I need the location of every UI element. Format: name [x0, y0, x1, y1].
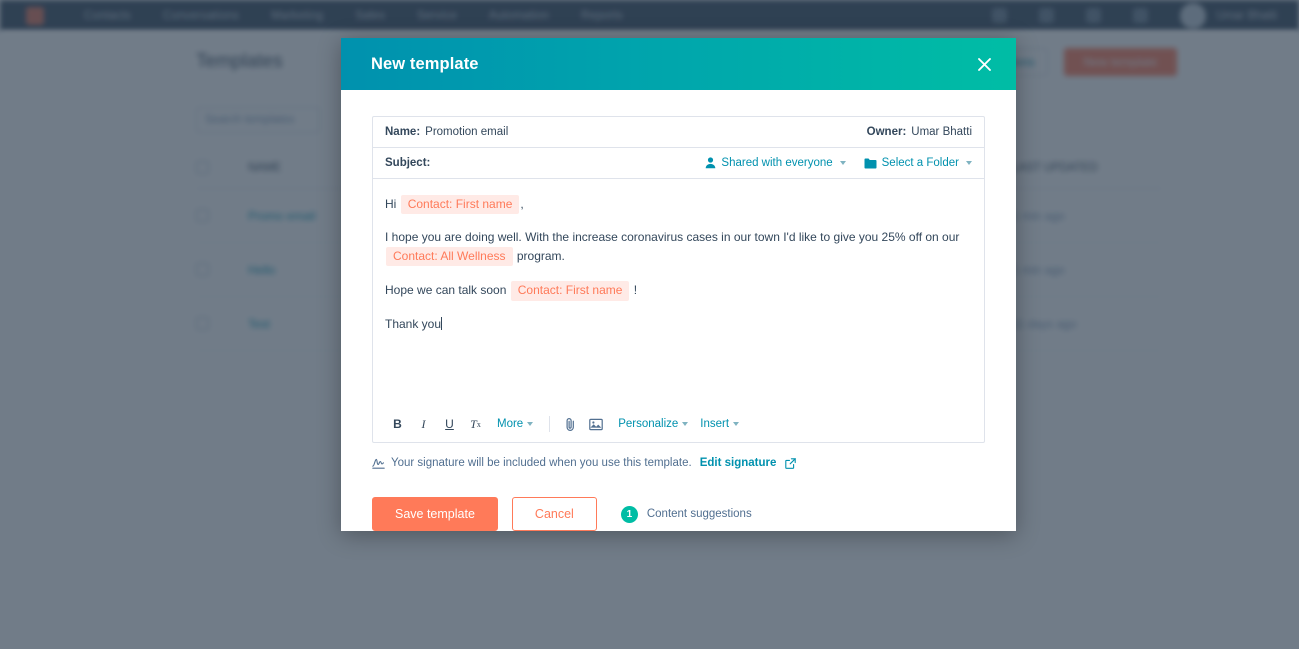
content-suggestions[interactable]: 1 Content suggestions — [620, 505, 752, 523]
folder-label: Select a Folder — [881, 157, 959, 169]
modal-header: New template — [341, 38, 1016, 90]
cancel-button[interactable]: Cancel — [511, 497, 597, 531]
sharing-label: Shared with everyone — [721, 157, 833, 169]
template-composer: Name: Promotion email Owner: Umar Bhatti… — [372, 116, 985, 443]
email-body-editor[interactable]: Hi Contact: First name, I hope you are d… — [373, 179, 984, 406]
editor-signoff-paragraph: Thank you — [385, 316, 972, 333]
insert-label: Insert — [700, 418, 730, 430]
modal-footer: Save template Cancel 1 Content suggestio… — [341, 476, 1016, 531]
body-line-2: program. — [516, 248, 565, 263]
editor-greeting-paragraph: Hi Contact: First name, — [385, 195, 972, 215]
edit-signature-link[interactable]: Edit signature — [700, 457, 777, 469]
body-line-1: I hope you are doing well. With the incr… — [385, 230, 960, 245]
editor-body-paragraph: I hope you are doing well. With the incr… — [385, 229, 972, 267]
clear-formatting-button[interactable]: Tx — [465, 414, 486, 435]
close-x-icon[interactable] — [970, 50, 998, 78]
chevron-down-icon — [682, 422, 689, 426]
personalize-dropdown[interactable]: Personalize — [618, 418, 689, 430]
toolbar-divider — [549, 416, 551, 432]
greeting-suffix: , — [520, 197, 524, 211]
name-field[interactable]: Promotion email — [425, 126, 508, 138]
chevron-down-icon — [733, 422, 740, 426]
signoff-text: Thank you — [385, 316, 442, 331]
chevron-down-icon — [527, 422, 534, 426]
composer-name-row: Name: Promotion email Owner: Umar Bhatti — [373, 117, 984, 148]
chevron-down-icon — [966, 161, 972, 165]
closing-suffix: ! — [633, 283, 638, 298]
insert-dropdown[interactable]: Insert — [700, 418, 740, 430]
modal-body: Name: Promotion email Owner: Umar Bhatti… — [341, 90, 1016, 476]
subject-label: Subject: — [385, 157, 431, 169]
closing-prefix: Hope we can talk soon — [385, 283, 507, 298]
sharing-dropdown[interactable]: Shared with everyone — [705, 157, 846, 169]
composer-meta-actions: Shared with everyone Select a Folder — [705, 157, 972, 169]
chevron-down-icon — [839, 161, 846, 165]
external-link-icon[interactable] — [785, 457, 797, 469]
editor-toolbar: B I U Tx More Personalize Insert — [373, 406, 984, 442]
name-label: Name: — [385, 126, 421, 138]
personalization-token-all-wellness[interactable]: Contact: All Wellness — [386, 246, 513, 267]
italic-button[interactable]: I — [413, 414, 434, 435]
folder-icon — [864, 158, 877, 169]
owner-group: Owner: Umar Bhatti — [867, 126, 972, 138]
bold-button[interactable]: B — [387, 414, 408, 435]
personalization-token-first-name[interactable]: Contact: First name — [400, 195, 520, 215]
suggestions-count-badge: 1 — [620, 505, 638, 523]
signature-text: Your signature will be included when you… — [391, 457, 692, 469]
personalize-label: Personalize — [618, 418, 679, 430]
suggestions-label: Content suggestions — [646, 508, 752, 520]
new-template-modal: New template Name: Promotion email Owner… — [341, 38, 1016, 531]
underline-button[interactable]: U — [439, 414, 460, 435]
folder-dropdown[interactable]: Select a Folder — [864, 157, 972, 169]
person-icon — [705, 157, 716, 169]
more-label: More — [497, 418, 524, 430]
composer-subject-row: Subject: Shared with everyone Select a F… — [373, 148, 984, 179]
image-icon[interactable] — [586, 414, 606, 434]
editor-closing-paragraph: Hope we can talk soon Contact: First nam… — [385, 281, 972, 301]
owner-label: Owner: — [866, 126, 907, 138]
owner-value: Umar Bhatti — [911, 126, 972, 138]
modal-title: New template — [371, 54, 479, 73]
signature-notice: Your signature will be included when you… — [372, 457, 985, 469]
save-template-button[interactable]: Save template — [372, 497, 498, 531]
greeting-prefix: Hi — [385, 197, 397, 211]
more-dropdown[interactable]: More — [497, 418, 534, 430]
text-cursor — [441, 316, 443, 330]
signature-icon — [372, 458, 385, 469]
paperclip-icon[interactable] — [560, 414, 580, 434]
personalization-token-first-name-2[interactable]: Contact: First name — [510, 281, 630, 301]
